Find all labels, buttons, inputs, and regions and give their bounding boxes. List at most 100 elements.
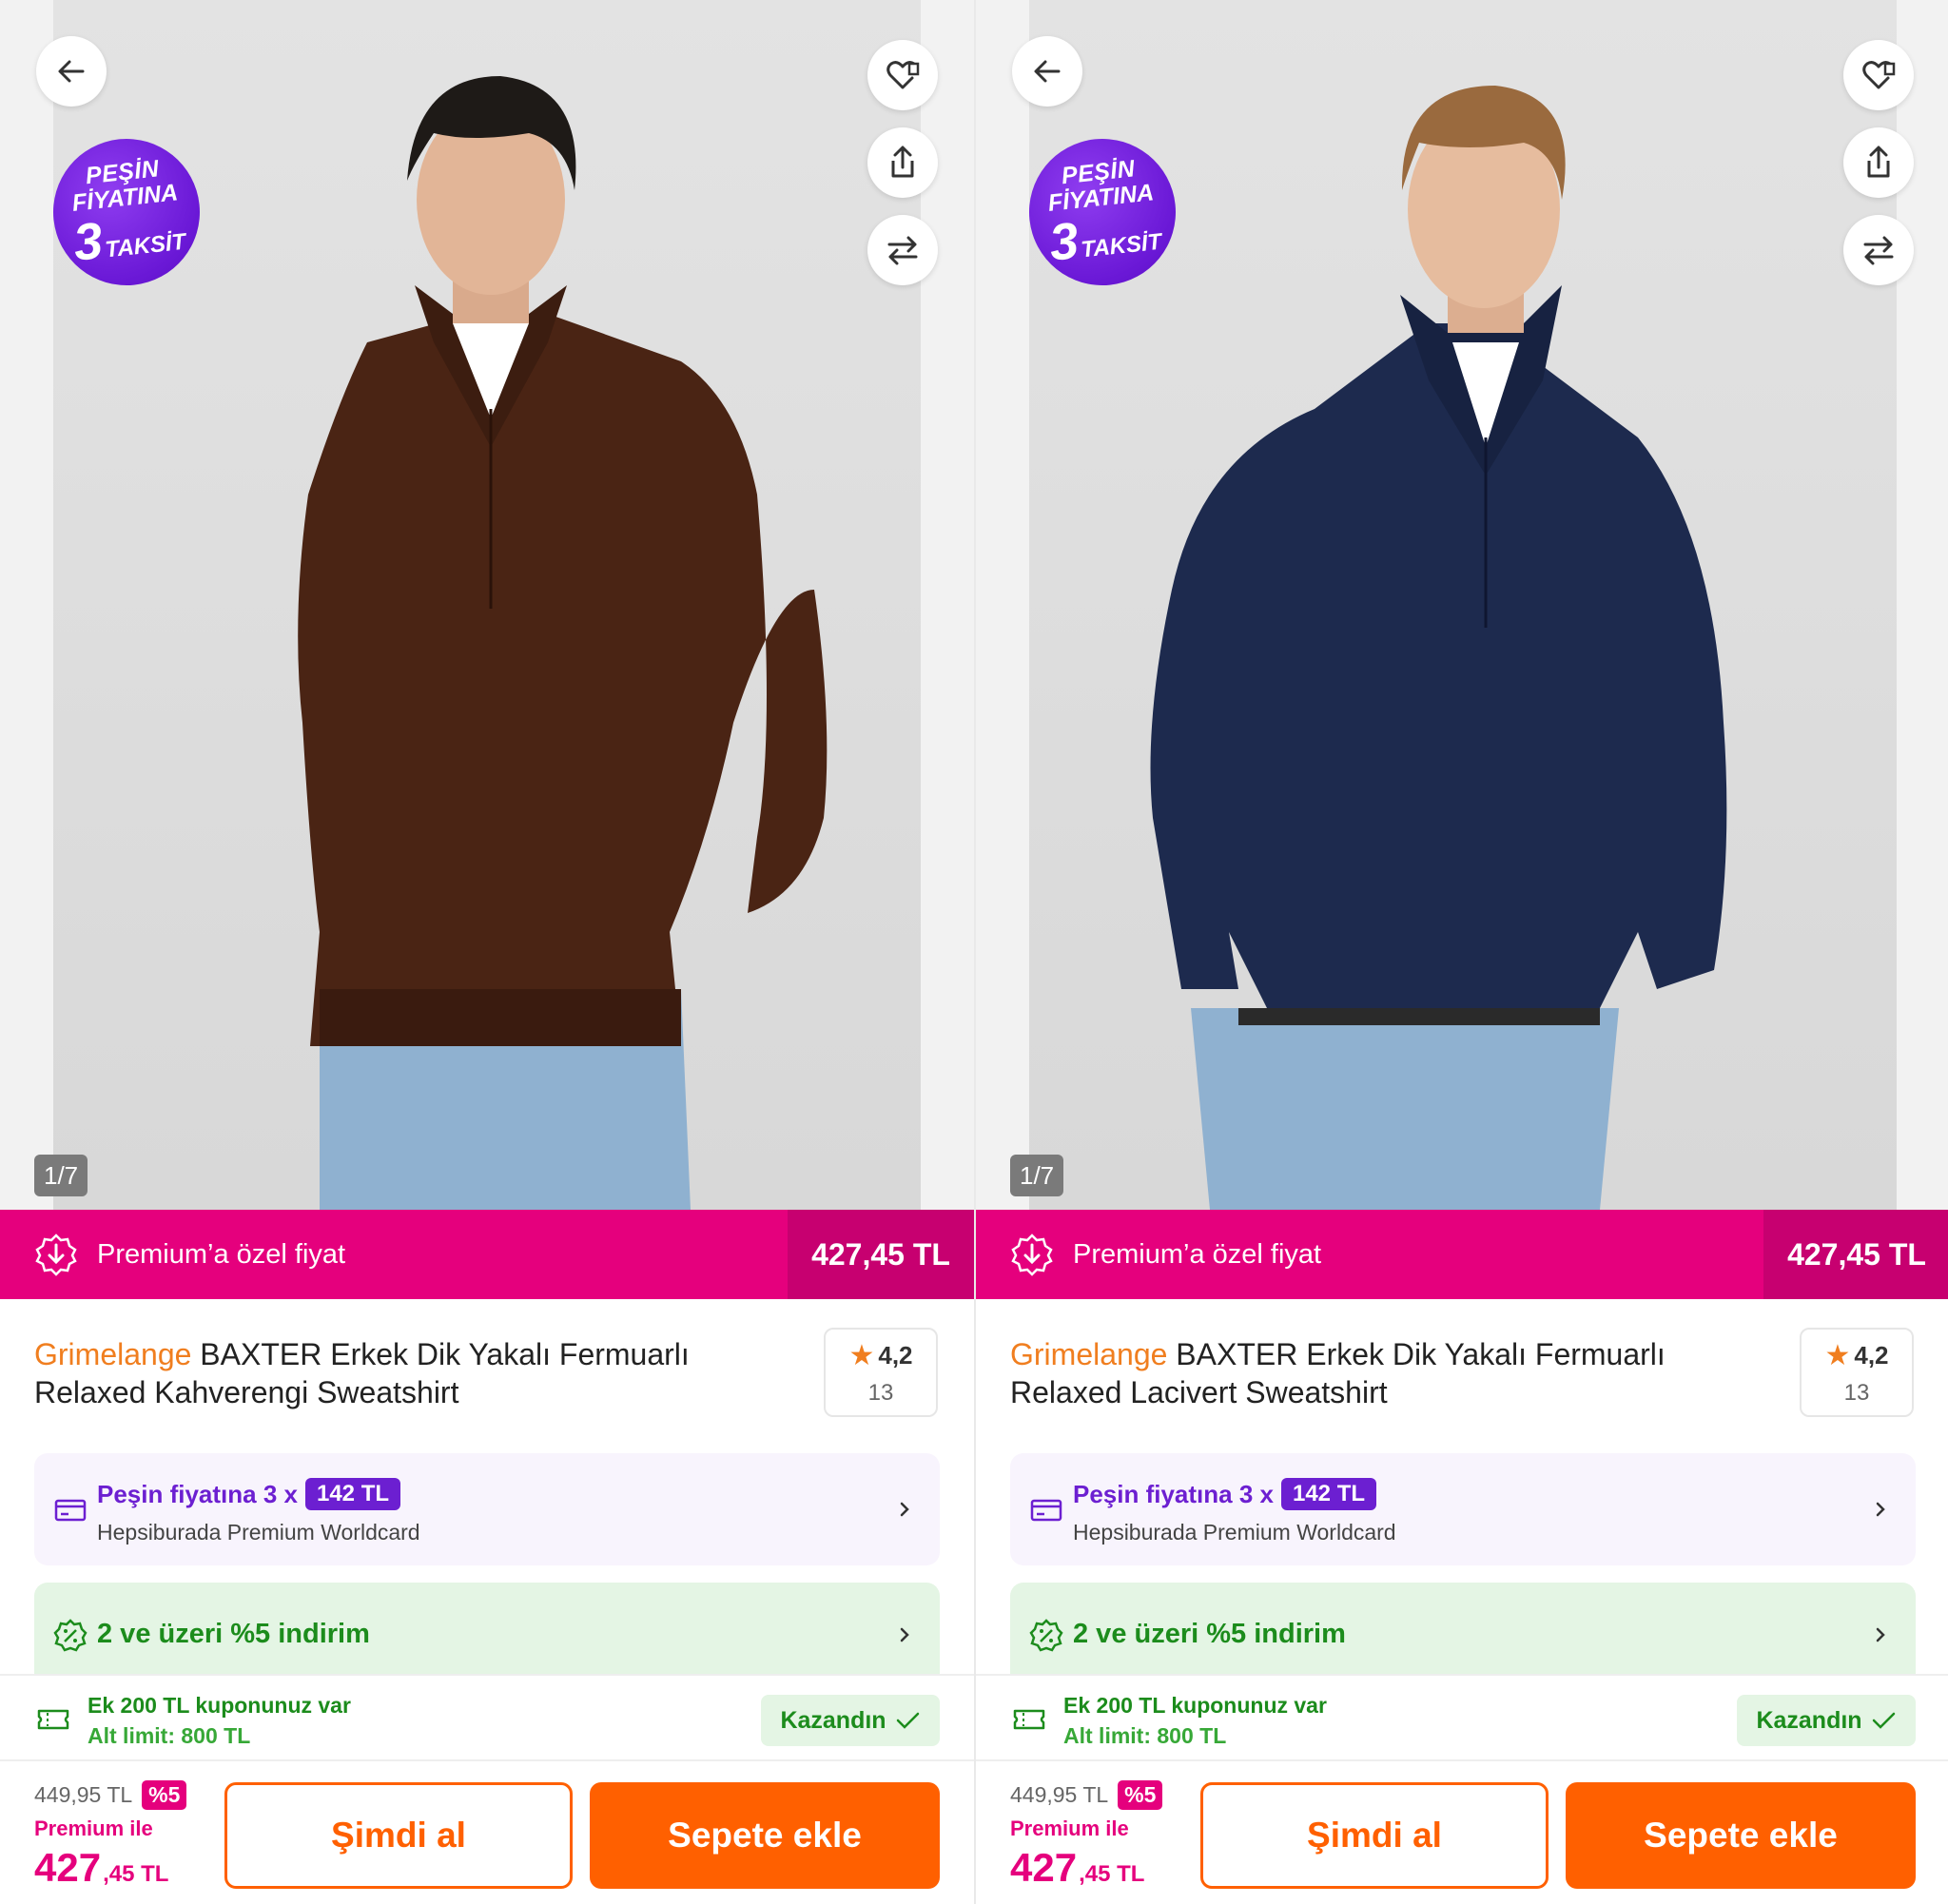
add-to-list-button[interactable] (867, 40, 938, 110)
star-icon: ★ (1824, 1339, 1851, 1371)
chevron-right-icon (900, 1502, 909, 1517)
installment-line: Peşin fiyatına 3 x 142 TL (97, 1478, 401, 1510)
old-price: 449,95 TL (34, 1782, 133, 1807)
installment-text: Peşin fiyatına 3 x (1073, 1479, 1274, 1508)
brand-link[interactable]: Grimelange (34, 1337, 191, 1371)
arrow-left-icon (1034, 60, 1061, 83)
image-counter: 1/7 (34, 1155, 88, 1196)
rating-box[interactable]: ★ 4,2 13 (824, 1328, 938, 1417)
coupon-won-badge: Kazandın (761, 1695, 940, 1746)
discount-percent-badge: %5 (142, 1780, 187, 1810)
checkmark-icon (896, 1712, 919, 1729)
installment-text: Peşin fiyatına 3 x (97, 1479, 298, 1508)
coupon-limit: Alt limit: 800 TL (88, 1723, 251, 1748)
coupon-title: Ek 200 TL kuponunuz var (88, 1693, 351, 1718)
discount-badge-icon (1029, 1619, 1063, 1652)
discount-percent-badge: %5 (1118, 1780, 1163, 1810)
premium-badge-icon (1011, 1234, 1053, 1276)
bottom-action-bar: 449,95 TL %5 Premium ile 427,45 TL Şimdi … (0, 1761, 974, 1904)
discount-text: 2 ve üzeri %5 indirim (1073, 1619, 1346, 1649)
coupon-strip[interactable]: Ek 200 TL kuponunuz var Alt limit: 800 T… (0, 1674, 974, 1761)
installment-amount: 142 TL (1280, 1478, 1377, 1510)
rating-score-row: ★ 4,2 (848, 1339, 912, 1372)
promo-number: 3 (1046, 211, 1081, 272)
ticket-icon (37, 1709, 69, 1730)
rating-count: 13 (1843, 1379, 1870, 1406)
installment-card-name: Hepsiburada Premium Worldcard (1073, 1520, 1396, 1545)
chevron-right-icon (1876, 1502, 1885, 1517)
promo-word: TAKSİT (104, 228, 187, 263)
discount-badge-icon (53, 1619, 88, 1652)
old-price: 449,95 TL (1010, 1782, 1109, 1807)
bulk-discount-card[interactable]: 2 ve üzeri %5 indirim (1010, 1583, 1916, 1687)
price-integer: 427 (1010, 1845, 1078, 1890)
old-price-row: 449,95 TL %5 (1010, 1780, 1163, 1810)
final-price: 427,45 TL (34, 1845, 168, 1891)
swap-arrows-icon (887, 236, 918, 265)
chevron-right-icon (1876, 1627, 1885, 1642)
premium-price: 427,45 TL (788, 1210, 974, 1299)
compare-button[interactable] (867, 215, 938, 285)
discount-text: 2 ve üzeri %5 indirim (97, 1619, 370, 1649)
coupon-limit: Alt limit: 800 TL (1063, 1723, 1227, 1748)
back-button[interactable] (1012, 36, 1082, 107)
price-decimal: ,45 TL (103, 1861, 169, 1887)
premium-price-bar[interactable]: Premium’a özel fiyat 427,45 TL (976, 1210, 1948, 1299)
coupon-strip[interactable]: Ek 200 TL kuponunuz var Alt limit: 800 T… (976, 1674, 1948, 1761)
rating-score: 4,2 (878, 1340, 913, 1370)
swap-arrows-icon (1863, 236, 1894, 265)
checkmark-icon (1872, 1712, 1895, 1729)
product-panel-brown: PEŞİN FİYATINA 3 TAKSİT 1/7 Premium’a öz… (0, 0, 974, 1904)
final-price: 427,45 TL (1010, 1845, 1144, 1891)
price-decimal: ,45 TL (1079, 1861, 1145, 1887)
share-icon (1867, 146, 1890, 178)
installment-card[interactable]: Peşin fiyatına 3 x 142 TL Hepsiburada Pre… (1010, 1453, 1916, 1565)
premium-price: 427,45 TL (1763, 1210, 1948, 1299)
add-to-cart-button[interactable]: Sepete ekle (1566, 1782, 1916, 1889)
rating-box[interactable]: ★ 4,2 13 (1800, 1328, 1914, 1417)
premium-price-label: Premium ile (1010, 1817, 1129, 1840)
promo-line3: 3 TAKSİT (70, 206, 187, 272)
price-integer: 427 (34, 1845, 102, 1890)
premium-label: Premium’a özel fiyat (1073, 1238, 1322, 1270)
add-to-cart-button[interactable]: Sepete ekle (590, 1782, 940, 1889)
premium-label: Premium’a özel fiyat (97, 1238, 346, 1270)
share-button[interactable] (867, 127, 938, 198)
product-title: Grimelange BAXTER Erkek Dik Yakalı Fermu… (1010, 1335, 1752, 1411)
product-gallery[interactable]: PEŞİN FİYATINA 3 TAKSİT 1/7 (976, 0, 1948, 1210)
buy-now-button[interactable]: Şimdi al (224, 1782, 573, 1889)
promo-word: TAKSİT (1080, 228, 1163, 263)
heart-bookmark-icon (1862, 61, 1896, 89)
ticket-icon (1013, 1709, 1045, 1730)
buy-now-button[interactable]: Şimdi al (1200, 1782, 1549, 1889)
share-icon (891, 146, 914, 178)
star-icon: ★ (848, 1339, 875, 1371)
product-panel-navy: PEŞİN FİYATINA 3 TAKSİT 1/7 Premium’a öz… (974, 0, 1948, 1904)
premium-badge-icon (35, 1234, 77, 1276)
back-button[interactable] (36, 36, 107, 107)
coupon-won-badge: Kazandın (1737, 1695, 1916, 1746)
product-gallery[interactable]: PEŞİN FİYATINA 3 TAKSİT 1/7 (0, 0, 974, 1210)
chevron-right-icon (900, 1627, 909, 1642)
credit-card-icon (54, 1499, 87, 1522)
brand-link[interactable]: Grimelange (1010, 1337, 1167, 1371)
product-title: Grimelange BAXTER Erkek Dik Yakalı Fermu… (34, 1335, 776, 1411)
premium-price-bar[interactable]: Premium’a özel fiyat 427,45 TL (0, 1210, 974, 1299)
installment-card-name: Hepsiburada Premium Worldcard (97, 1520, 420, 1545)
share-button[interactable] (1843, 127, 1914, 198)
arrow-left-icon (58, 60, 85, 83)
heart-bookmark-icon (886, 61, 920, 89)
credit-card-icon (1030, 1499, 1062, 1522)
bulk-discount-card[interactable]: 2 ve üzeri %5 indirim (34, 1583, 940, 1687)
compare-button[interactable] (1843, 215, 1914, 285)
won-label: Kazandın (780, 1706, 886, 1734)
sweater-shape (298, 314, 828, 1046)
rating-score: 4,2 (1854, 1340, 1889, 1370)
installment-line: Peşin fiyatına 3 x 142 TL (1073, 1478, 1377, 1510)
sweater-shape (1150, 323, 1727, 1008)
premium-price-label: Premium ile (34, 1817, 153, 1840)
old-price-row: 449,95 TL %5 (34, 1780, 187, 1810)
add-to-list-button[interactable] (1843, 40, 1914, 110)
promo-number: 3 (70, 211, 106, 272)
installment-card[interactable]: Peşin fiyatına 3 x 142 TL Hepsiburada Pre… (34, 1453, 940, 1565)
